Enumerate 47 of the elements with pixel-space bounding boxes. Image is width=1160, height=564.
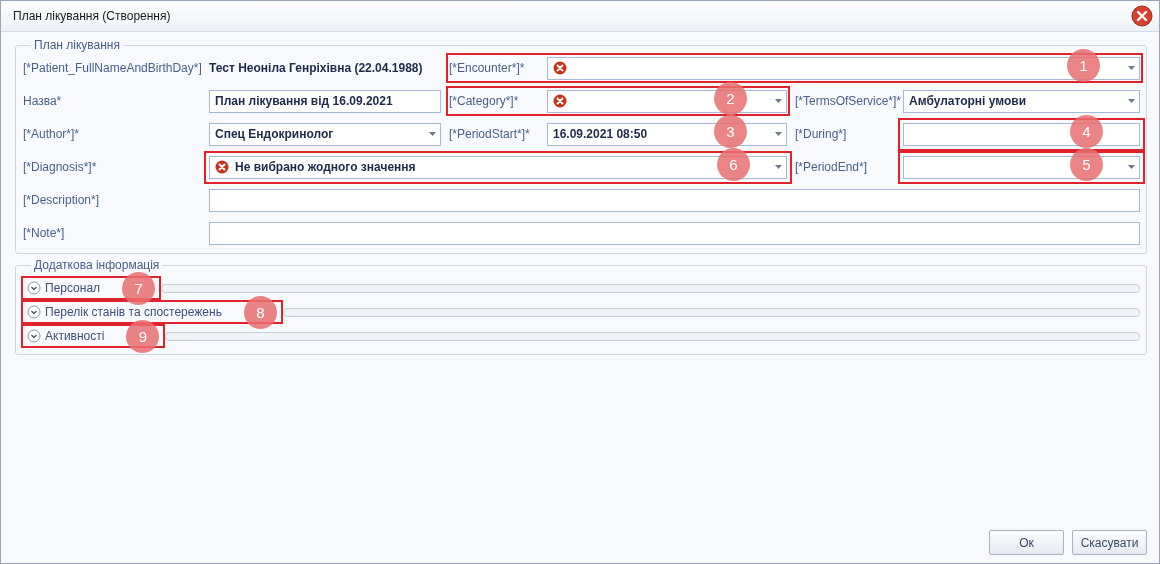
caret-icon[interactable] — [1128, 165, 1135, 169]
field-label: [*Patient_FullNameAndBirthDay*] — [23, 61, 203, 75]
chevron-icon[interactable] — [27, 305, 41, 319]
field-label: Назва* — [23, 94, 63, 108]
input-field[interactable] — [209, 188, 1140, 212]
field-label: [*During*] — [795, 127, 848, 141]
annotation-badge: 8 — [243, 295, 277, 329]
field-label: [*PeriodEnd*] — [795, 160, 869, 174]
field-label: [*TermsOfService*]* — [795, 94, 903, 108]
field-label: [*Category*]* — [449, 94, 520, 108]
dialog-button[interactable]: Ок — [989, 530, 1064, 555]
caret-icon[interactable] — [1128, 66, 1135, 70]
expander-title[interactable]: Персонал — [45, 281, 101, 295]
caret-icon[interactable] — [1128, 99, 1135, 103]
error-icon — [553, 61, 567, 75]
caret-icon[interactable] — [429, 132, 436, 136]
group-title: План лікування — [33, 38, 121, 52]
expander-title[interactable]: Перелік станів та спостережень — [45, 305, 222, 319]
field-label: [*PeriodStart*]* — [449, 127, 531, 141]
caret-icon[interactable] — [775, 99, 782, 103]
close-icon[interactable] — [1131, 5, 1153, 27]
error-icon — [553, 94, 567, 108]
input-field[interactable] — [209, 221, 1140, 245]
expander-title[interactable]: Активності — [45, 329, 105, 343]
field-label: [*Diagnosis*]* — [23, 160, 98, 174]
error-icon — [215, 160, 229, 174]
chevron-icon[interactable] — [27, 281, 41, 295]
caret-icon[interactable] — [775, 132, 782, 136]
dropdown-field[interactable]: Спец Ендокринолог — [209, 122, 441, 146]
caret-icon[interactable] — [775, 165, 782, 169]
annotation-badge: 6 — [717, 148, 750, 181]
dialog-button[interactable]: Скасувати — [1072, 530, 1147, 555]
dropdown-field[interactable]: Амбулаторні умови — [903, 89, 1140, 113]
annotation-badge: 1 — [1067, 49, 1100, 82]
annotation-badge: 7 — [122, 271, 156, 305]
field-label: [*Author*]* — [23, 127, 81, 141]
patient-name: Тест Неоніла Генріхівна (22.04.1988) — [209, 61, 423, 75]
annotation-badge: 5 — [1070, 148, 1103, 181]
field-label: [*Note*] — [23, 226, 66, 240]
group-title: Додаткова інформація — [33, 258, 161, 272]
chevron-icon[interactable] — [27, 329, 41, 343]
field-label: [*Description*] — [23, 193, 101, 207]
annotation-badge: 9 — [126, 319, 160, 353]
field-label: [*Encounter*]* — [449, 61, 526, 75]
input-field[interactable]: План лікування від 16.09.2021 — [209, 89, 441, 113]
annotation-badge: 4 — [1070, 115, 1103, 148]
window-title: План лікування (Створення) — [13, 9, 171, 23]
